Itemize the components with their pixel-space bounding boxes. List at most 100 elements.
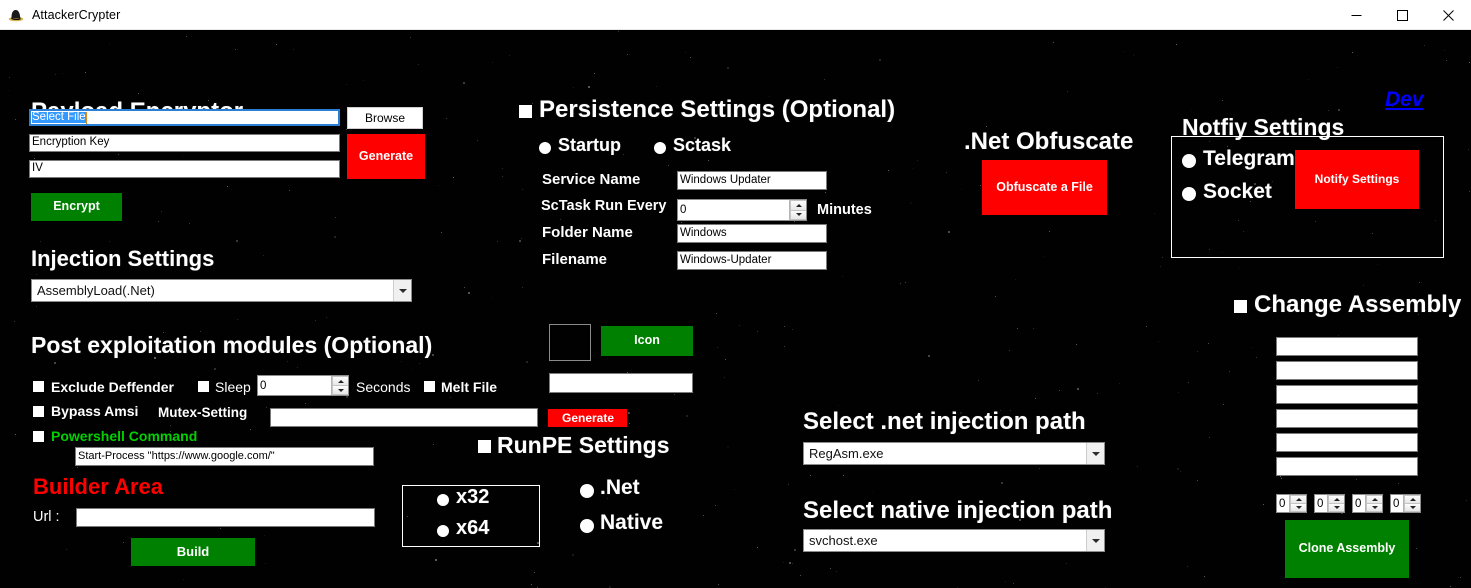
x64-radio[interactable] [437,525,449,537]
chevron-down-icon[interactable] [393,280,411,301]
icon-path-input[interactable] [549,373,693,393]
clone-assembly-button[interactable]: Clone Assembly [1285,520,1409,578]
iv-input[interactable]: IV [29,160,340,178]
chevron-down-icon[interactable] [1086,530,1104,551]
native-label: Native [600,511,664,534]
socket-radio[interactable] [1182,187,1196,201]
stepper-down-icon[interactable] [1290,503,1306,512]
injection-method-select[interactable]: AssemblyLoad(.Net) [31,279,412,302]
stepper-buttons[interactable] [1403,495,1420,512]
sctask-stepper-buttons[interactable] [789,200,806,220]
stepper-buttons[interactable] [1365,495,1382,512]
native-injection-path-select[interactable]: svchost.exe [803,529,1105,552]
builder-area-heading: Builder Area [33,474,164,499]
window-title: AttackerCrypter [32,7,121,22]
stepper-up-icon[interactable] [790,200,806,210]
powershell-command-label: Powershell Command [51,428,198,444]
stepper-buttons[interactable] [1289,495,1306,512]
dev-link[interactable]: Dev [1385,88,1424,112]
stepper-down-icon[interactable] [1328,503,1344,512]
icon-button[interactable]: Icon [601,326,693,356]
post-exploitation-heading: Post exploitation modules (Optional) [31,332,433,358]
stepper-down-icon[interactable] [332,385,348,395]
assembly-version-major-stepper[interactable]: 0 [1276,494,1307,513]
sctask-radio[interactable] [654,142,666,154]
bypass-amsi-checkbox[interactable] [33,406,44,417]
sleep-stepper-buttons[interactable] [331,376,348,395]
generate-key-button[interactable]: Generate [347,134,425,179]
assembly-version-build-stepper[interactable]: 0 [1352,494,1383,513]
stepper-down-icon[interactable] [1366,503,1382,512]
encrypt-button[interactable]: Encrypt [31,193,122,221]
service-name-input[interactable]: Windows Updater [677,171,827,190]
iv-value: IV [32,162,43,175]
x32-radio[interactable] [437,494,449,506]
native-injection-path-value: svchost.exe [809,533,878,548]
startup-radio[interactable] [539,142,551,154]
title-bar: AttackerCrypter [0,0,1471,30]
stepper-down-icon[interactable] [790,209,806,220]
text-caret [85,111,87,124]
melt-file-checkbox[interactable] [424,381,435,392]
mutex-input[interactable] [270,408,538,427]
folder-name-value: Windows [680,226,727,239]
assembly-field-4[interactable] [1276,409,1418,428]
change-assembly-checkbox[interactable] [1234,300,1247,313]
url-input[interactable] [76,508,375,527]
melt-file-label: Melt File [441,379,498,395]
stepper-down-icon[interactable] [1404,503,1420,512]
select-file-input[interactable]: Select File [29,109,340,126]
assembly-field-1[interactable] [1276,337,1418,356]
powershell-command-input[interactable]: Start-Process "https://www.google.com/" [75,447,374,466]
filename-input[interactable]: Windows-Updater [677,251,827,270]
injection-method-value: AssemblyLoad(.Net) [37,283,155,298]
stepper-buttons[interactable] [1327,495,1344,512]
assembly-version-revision-stepper[interactable]: 0 [1390,494,1421,513]
mutex-setting-label: Mutex-Setting [158,405,248,420]
folder-name-input[interactable]: Windows [677,224,827,243]
telegram-radio[interactable] [1182,154,1196,168]
assembly-version-major-value: 0 [1279,497,1286,510]
stepper-up-icon[interactable] [1328,495,1344,503]
exclude-defender-label: Exclude Deffender [51,379,174,395]
encryption-key-value: Encryption Key [32,136,110,149]
sleep-checkbox[interactable] [198,381,209,392]
stepper-up-icon[interactable] [1404,495,1420,503]
powershell-command-checkbox[interactable] [33,431,44,442]
sleep-seconds-stepper[interactable]: 0 [257,375,349,396]
persistence-settings-checkbox[interactable] [519,105,532,118]
notify-settings-button[interactable]: Notify Settings [1295,150,1419,209]
net-radio[interactable] [580,484,594,498]
native-radio[interactable] [580,519,594,533]
chevron-down-icon[interactable] [1086,443,1104,464]
assembly-field-5[interactable] [1276,433,1418,452]
stepper-up-icon[interactable] [1366,495,1382,503]
obfuscate-file-button[interactable]: Obfuscate a File [982,160,1107,215]
socket-label: Socket [1203,180,1272,203]
stepper-up-icon[interactable] [332,376,348,385]
net-label: .Net [600,476,640,499]
close-button[interactable] [1425,0,1471,30]
stepper-up-icon[interactable] [1290,495,1306,503]
runpe-settings-checkbox[interactable] [478,440,491,453]
build-button[interactable]: Build [131,538,255,566]
folder-name-label: Folder Name [542,224,633,241]
assembly-field-3[interactable] [1276,385,1418,404]
sleep-seconds-value: 0 [260,379,267,392]
minimize-button[interactable] [1333,0,1379,30]
assembly-field-6[interactable] [1276,457,1418,476]
sctask-run-every-stepper[interactable]: 0 [677,199,807,221]
select-file-value: Select File [32,110,86,124]
assembly-field-2[interactable] [1276,361,1418,380]
encryption-key-input[interactable]: Encryption Key [29,134,340,152]
injection-settings-heading: Injection Settings [31,246,215,271]
icon-preview-box [549,324,591,361]
exclude-defender-checkbox[interactable] [33,381,44,392]
sctask-run-every-label: ScTask Run Every [541,198,667,214]
maximize-button[interactable] [1379,0,1425,30]
icon-generate-button[interactable]: Generate [549,409,627,427]
assembly-version-minor-stepper[interactable]: 0 [1314,494,1345,513]
application-window: AttackerCrypter Dev Payload Encryptor Se… [0,0,1471,588]
browse-button[interactable]: Browse [347,107,423,129]
net-injection-path-select[interactable]: RegAsm.exe [803,442,1105,465]
